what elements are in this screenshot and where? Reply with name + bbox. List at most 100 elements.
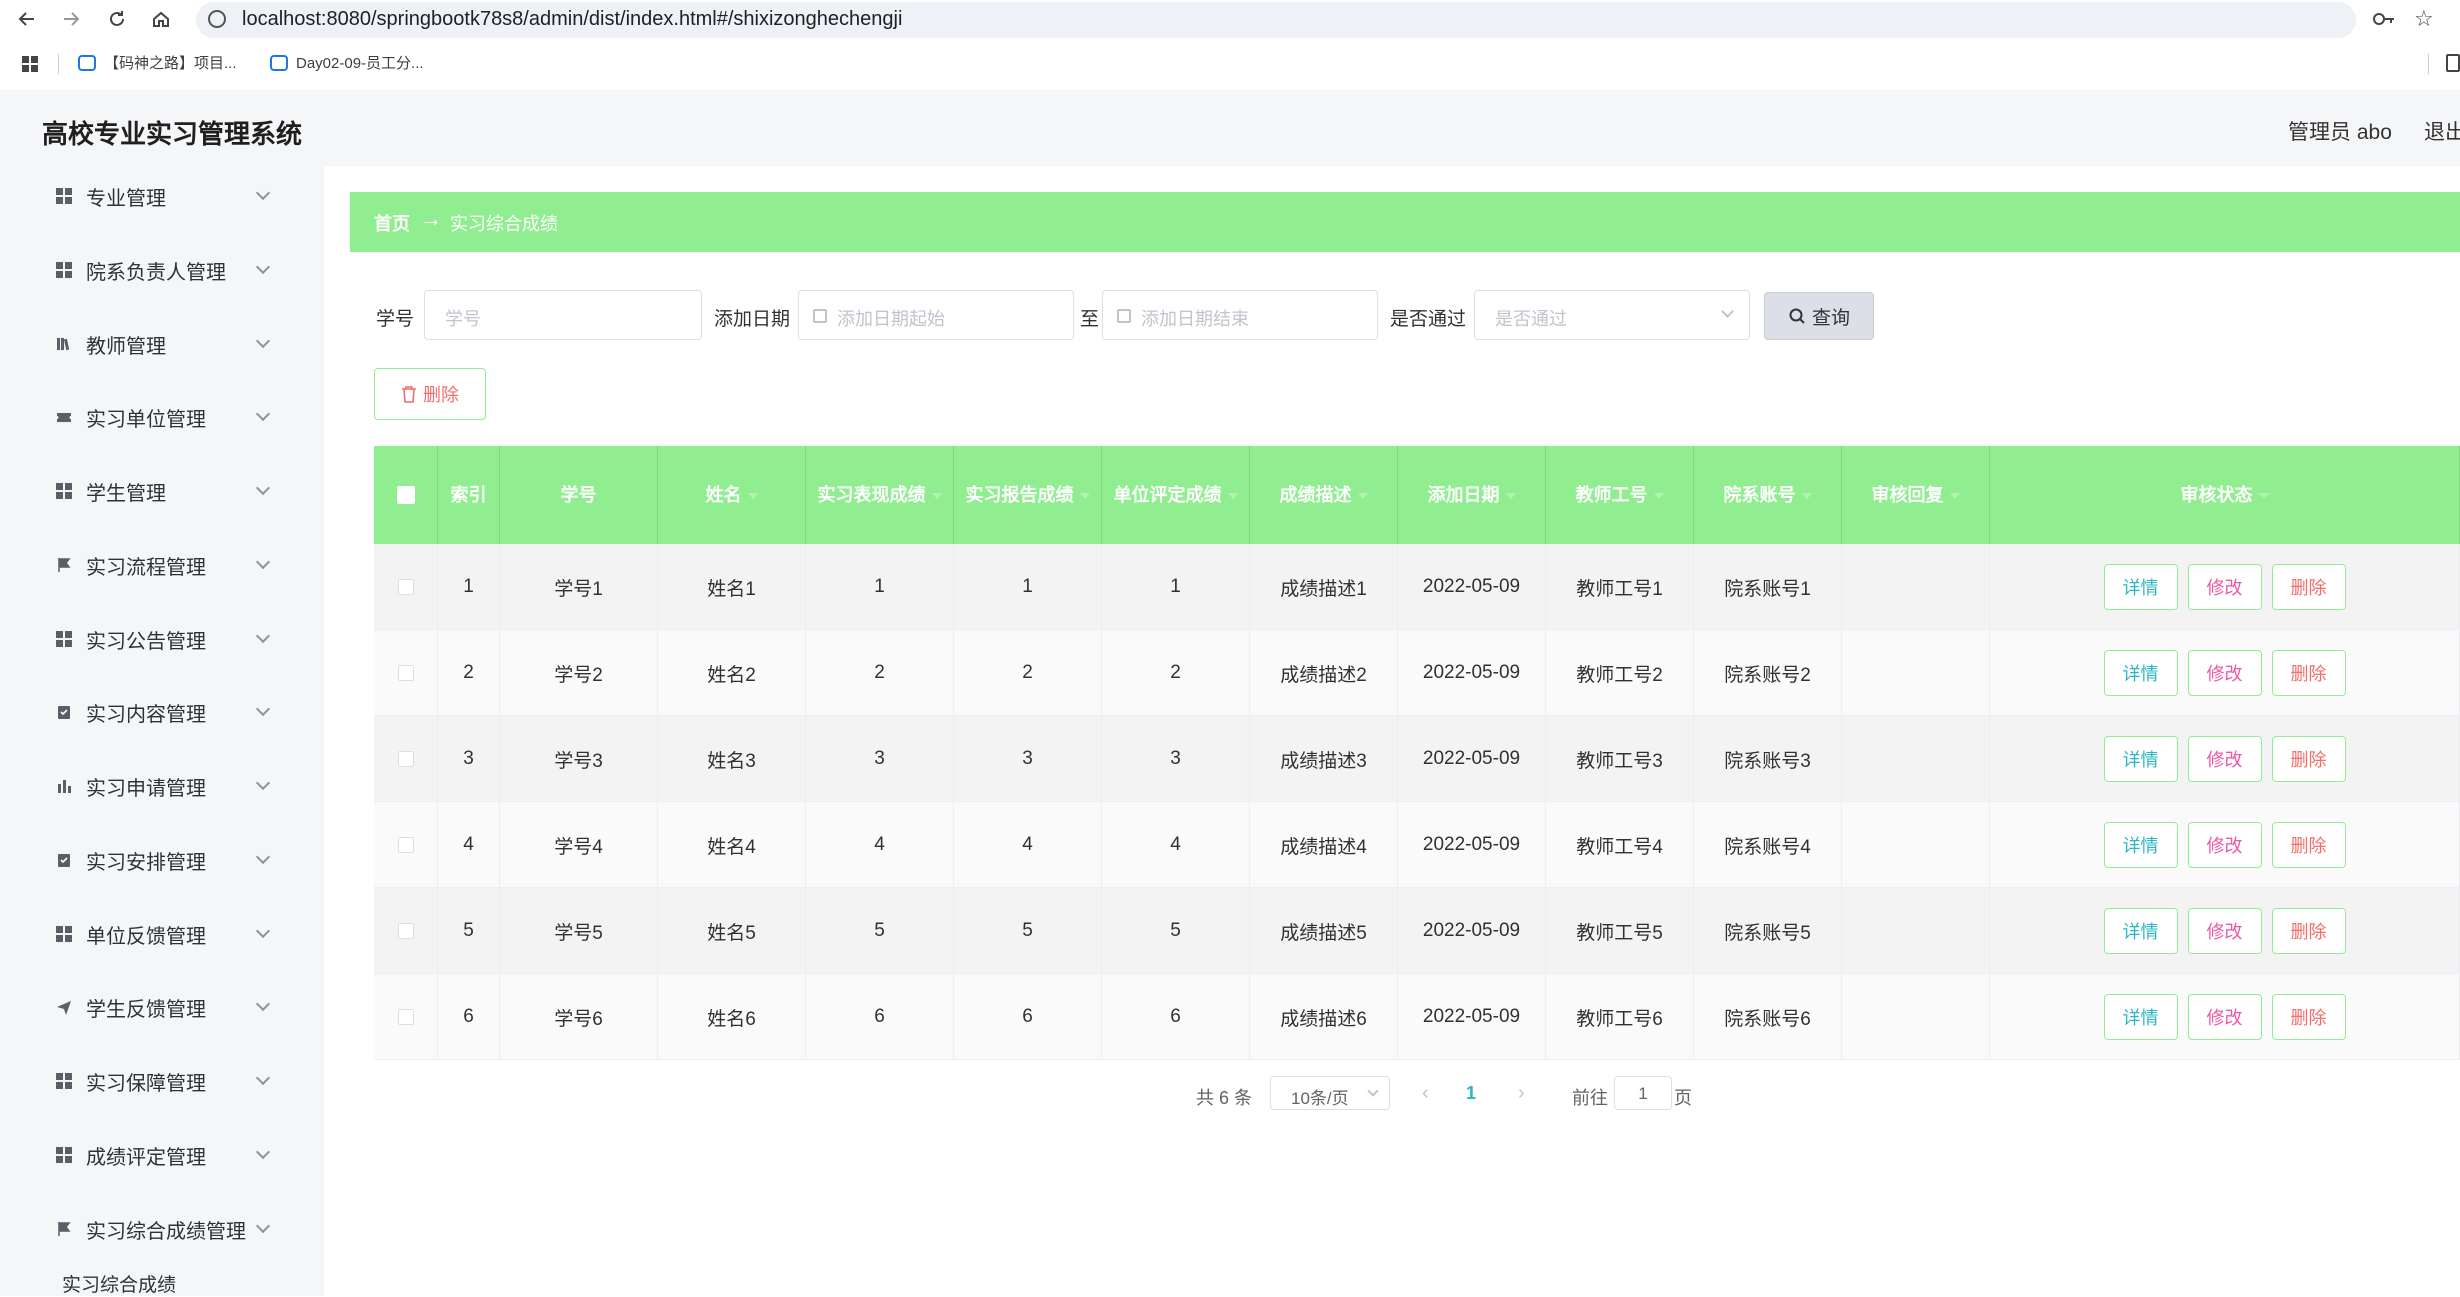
page-size-select[interactable]: 10条/页	[1270, 1076, 1390, 1110]
bilibili-icon	[270, 54, 288, 71]
cell-index: 4	[438, 802, 500, 888]
row-checkbox[interactable]	[397, 837, 414, 853]
row-delete-button[interactable]: 删除	[2271, 908, 2346, 954]
detail-button[interactable]: 详情	[2103, 822, 2178, 868]
sidebar-item[interactable]: 实习安排管理	[0, 830, 324, 890]
detail-button[interactable]: 详情	[2103, 650, 2178, 696]
breadcrumb-home[interactable]: 首页	[374, 210, 410, 236]
bookmark-item[interactable]: Day02-09-员工分...	[270, 52, 424, 73]
sort-caret-icon[interactable]	[1801, 493, 1812, 500]
row-delete-button[interactable]: 删除	[2271, 994, 2346, 1040]
sort-caret-icon[interactable]	[1505, 493, 1516, 500]
all-bookmarks-icon[interactable]	[2446, 54, 2460, 72]
sidebar-item[interactable]: 教师管理	[0, 314, 324, 374]
bookmark-label: Day02-09-员工分...	[296, 55, 424, 72]
edit-button[interactable]: 修改	[2187, 822, 2262, 868]
col-teacher-header[interactable]: 教师工号	[1546, 446, 1694, 544]
goto-page-input[interactable]: 1	[1614, 1076, 1672, 1110]
apps-grid-icon[interactable]	[22, 56, 38, 72]
sort-caret-icon[interactable]	[1227, 493, 1238, 500]
student-no-input[interactable]: 学号	[424, 290, 702, 340]
sort-caret-icon[interactable]	[1357, 493, 1368, 500]
date-end-input[interactable]: 添加日期结束	[1102, 290, 1378, 340]
home-icon[interactable]	[146, 4, 176, 34]
forward-icon[interactable]	[56, 4, 86, 34]
passed-select[interactable]: 是否通过	[1474, 290, 1750, 340]
prev-page-icon[interactable]: ‹	[1422, 1082, 1429, 1105]
row-delete-button[interactable]: 删除	[2271, 822, 2346, 868]
select-all-checkbox[interactable]	[396, 486, 415, 504]
col-status-header[interactable]: 审核状态	[1990, 446, 2460, 544]
detail-button[interactable]: 详情	[2103, 564, 2178, 610]
current-page[interactable]: 1	[1466, 1083, 1476, 1104]
edit-button[interactable]: 修改	[2187, 736, 2262, 782]
next-page-icon[interactable]: ›	[1518, 1082, 1525, 1105]
sort-caret-icon[interactable]	[747, 493, 758, 500]
bookmark-item[interactable]: 【码神之路】项目...	[78, 52, 237, 73]
sort-caret-icon[interactable]	[2258, 493, 2269, 500]
cell-index: 5	[438, 888, 500, 974]
sidebar-item[interactable]: 单位反馈管理	[0, 904, 324, 964]
col-report-header[interactable]: 实习报告成绩	[954, 446, 1102, 544]
cell-actions: 详情 修改 删除	[1990, 630, 2460, 716]
sidebar-item[interactable]: 学生管理	[0, 461, 324, 521]
sort-caret-icon[interactable]	[1079, 493, 1090, 500]
row-checkbox[interactable]	[397, 751, 414, 767]
col-reply-header[interactable]: 审核回复	[1842, 446, 1990, 544]
column-header-label: 实习表现成绩	[817, 485, 926, 505]
flag-icon	[56, 557, 72, 573]
cell-date: 2022-05-09	[1398, 974, 1546, 1060]
sidebar-item[interactable]: 专业管理	[0, 166, 324, 226]
row-checkbox[interactable]	[397, 579, 414, 595]
cell-report: 4	[954, 802, 1102, 888]
sort-caret-icon[interactable]	[1653, 493, 1664, 500]
sidebar-item[interactable]: 学生反馈管理	[0, 977, 324, 1037]
batch-delete-button[interactable]: 删除	[374, 368, 486, 420]
sidebar-item[interactable]: 实习内容管理	[0, 682, 324, 742]
edit-button[interactable]: 修改	[2187, 994, 2262, 1040]
row-checkbox[interactable]	[397, 665, 414, 681]
reload-icon[interactable]	[102, 4, 132, 34]
col-desc-header[interactable]: 成绩描述	[1250, 446, 1398, 544]
query-button[interactable]: 查询	[1764, 292, 1874, 340]
bookmark-star-icon[interactable]: ☆	[2414, 6, 2434, 32]
sidebar-subitem-comprehensive-grade[interactable]: 实习综合成绩	[62, 1270, 176, 1297]
table-row: 5学号5姓名5555成绩描述52022-05-09教师工号5院系账号5通过详情修…	[374, 888, 2460, 974]
row-checkbox[interactable]	[397, 1009, 414, 1025]
col-name-header[interactable]: 姓名	[658, 446, 806, 544]
detail-button[interactable]: 详情	[2103, 908, 2178, 954]
row-delete-button[interactable]: 删除	[2271, 650, 2346, 696]
detail-button[interactable]: 详情	[2103, 736, 2178, 782]
chevron-down-icon	[255, 1218, 271, 1234]
edit-button[interactable]: 修改	[2187, 564, 2262, 610]
cell-name: 姓名1	[658, 544, 806, 630]
edit-button[interactable]: 修改	[2187, 650, 2262, 696]
col-unit-header[interactable]: 单位评定成绩	[1102, 446, 1250, 544]
row-checkbox-cell	[374, 888, 438, 974]
row-delete-button[interactable]: 删除	[2271, 736, 2346, 782]
cell-date: 2022-05-09	[1398, 716, 1546, 802]
sidebar-item[interactable]: 实习综合成绩管理	[0, 1199, 324, 1259]
back-icon[interactable]	[12, 4, 42, 34]
sidebar-item[interactable]: 实习流程管理	[0, 535, 324, 595]
sidebar-item[interactable]: 实习公告管理	[0, 609, 324, 669]
col-date-header[interactable]: 添加日期	[1398, 446, 1546, 544]
site-info-icon[interactable]	[208, 10, 226, 28]
col-performance-header[interactable]: 实习表现成绩	[806, 446, 954, 544]
edit-button[interactable]: 修改	[2187, 908, 2262, 954]
row-delete-button[interactable]: 删除	[2271, 564, 2346, 610]
sort-caret-icon[interactable]	[931, 493, 942, 500]
date-start-input[interactable]: 添加日期起始	[798, 290, 1074, 340]
logout-link[interactable]: 退出	[2424, 116, 2460, 146]
sidebar-item[interactable]: 成绩评定管理	[0, 1125, 324, 1185]
sidebar-item[interactable]: 实习申请管理	[0, 756, 324, 816]
sidebar-item-label: 学生管理	[86, 482, 166, 505]
sidebar-item[interactable]: 实习单位管理	[0, 387, 324, 447]
col-dept-header[interactable]: 院系账号	[1694, 446, 1842, 544]
detail-button[interactable]: 详情	[2103, 994, 2178, 1040]
sort-caret-icon[interactable]	[1949, 493, 1960, 500]
row-checkbox[interactable]	[397, 923, 414, 939]
sidebar-item[interactable]: 院系负责人管理	[0, 240, 324, 300]
passed-label: 是否通过	[1390, 309, 1467, 330]
password-key-icon[interactable]	[2372, 10, 2396, 28]
